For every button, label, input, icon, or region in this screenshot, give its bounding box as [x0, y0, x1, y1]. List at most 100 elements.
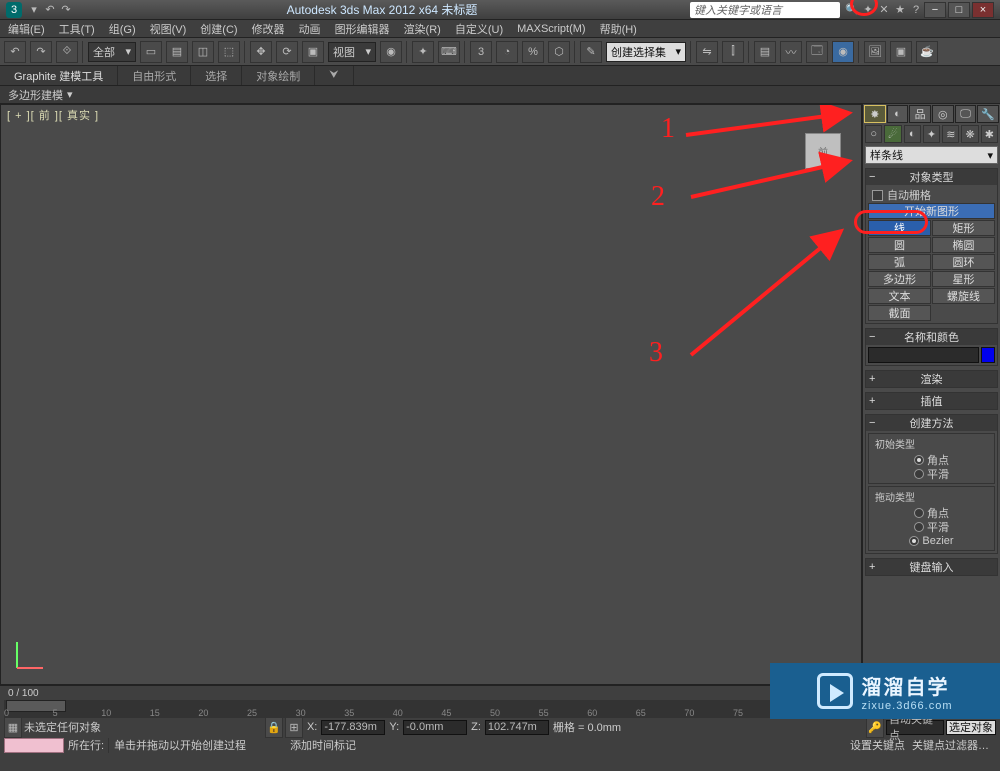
- ngon-button[interactable]: 多边形: [868, 271, 931, 287]
- object-name-input[interactable]: [868, 347, 979, 363]
- help-search-input[interactable]: 键入关键字或语言: [690, 2, 840, 18]
- spacewarps-icon[interactable]: ❋: [961, 125, 978, 143]
- setkey-button[interactable]: 设置关键点: [850, 737, 908, 753]
- rotate-icon[interactable]: ⟳: [276, 41, 298, 63]
- menu-create[interactable]: 创建(C): [200, 21, 237, 37]
- init-smooth-radio[interactable]: [914, 469, 924, 479]
- y-input[interactable]: -0.0mm: [403, 720, 467, 735]
- utilities-tab-icon[interactable]: 🔧: [977, 105, 999, 123]
- name-color-header[interactable]: 名称和颜色: [904, 329, 959, 345]
- select-manip-icon[interactable]: ✦: [412, 41, 434, 63]
- menu-animation[interactable]: 动画: [299, 21, 321, 37]
- menu-graph[interactable]: 图形编辑器: [335, 21, 390, 37]
- keyboard-header[interactable]: 键盘输入: [910, 559, 954, 575]
- spinner-snap-icon[interactable]: ⬡: [548, 41, 570, 63]
- object-type-header[interactable]: 对象类型: [910, 169, 954, 185]
- circle-button[interactable]: 圆: [868, 237, 931, 253]
- layers-icon[interactable]: ▤: [754, 41, 776, 63]
- helpers-icon[interactable]: ≋: [942, 125, 959, 143]
- move-icon[interactable]: ✥: [250, 41, 272, 63]
- close-button[interactable]: ×: [972, 2, 994, 18]
- display-tab-icon[interactable]: 🖵: [955, 105, 977, 123]
- z-input[interactable]: 102.747m: [485, 720, 549, 735]
- graphite-tab-freeform[interactable]: 自由形式: [118, 66, 191, 85]
- favorites-icon[interactable]: ★: [892, 3, 908, 16]
- autokey-button[interactable]: 自动关键点: [886, 720, 944, 735]
- drag-corner-radio[interactable]: [914, 508, 924, 518]
- ref-coord-dropdown[interactable]: 视图▾: [328, 42, 376, 62]
- named-selection-dropdown[interactable]: 创建选择集▾: [606, 42, 686, 62]
- cameras-icon[interactable]: ✦: [923, 125, 940, 143]
- ellipse-button[interactable]: 椭圆: [932, 237, 995, 253]
- scale-icon[interactable]: ▣: [302, 41, 324, 63]
- mirror-icon[interactable]: ⇋: [696, 41, 718, 63]
- menu-views[interactable]: 视图(V): [150, 21, 187, 37]
- pivot-icon[interactable]: ◉: [380, 41, 402, 63]
- select-region-icon[interactable]: ◫: [192, 41, 214, 63]
- create-tab-icon[interactable]: ✸: [864, 105, 886, 123]
- key-icon[interactable]: 🔑: [866, 716, 884, 738]
- render-icon[interactable]: ☕: [916, 41, 938, 63]
- align-icon[interactable]: ⫿: [722, 41, 744, 63]
- menu-render[interactable]: 渲染(R): [404, 21, 441, 37]
- redo-icon[interactable]: ↷: [30, 41, 52, 63]
- drag-bezier-radio[interactable]: [909, 536, 919, 546]
- menu-modifiers[interactable]: 修改器: [252, 21, 285, 37]
- x-input[interactable]: -177.839m: [321, 720, 385, 735]
- section-button[interactable]: 截面: [868, 305, 931, 321]
- qa-redo-icon[interactable]: ↷: [58, 3, 74, 16]
- create-method-header[interactable]: 创建方法: [910, 415, 954, 431]
- systems-icon[interactable]: ✱: [981, 125, 998, 143]
- shapes-icon[interactable]: ☄: [884, 125, 901, 143]
- viewport-front[interactable]: [ + ][ 前 ][ 真实 ] 前 1 2 3: [0, 104, 862, 685]
- viewport-label[interactable]: [ + ][ 前 ][ 真实 ]: [7, 107, 99, 123]
- motion-tab-icon[interactable]: ◎: [932, 105, 954, 123]
- category-dropdown[interactable]: 样条线▾: [865, 146, 998, 164]
- rendered-frame-icon[interactable]: ▣: [890, 41, 912, 63]
- render-setup-icon[interactable]: 🖼: [864, 41, 886, 63]
- minimize-button[interactable]: −: [924, 2, 946, 18]
- drag-smooth-radio[interactable]: [914, 522, 924, 532]
- interp-header[interactable]: 插值: [921, 393, 943, 409]
- restore-button[interactable]: □: [948, 2, 970, 18]
- help-icon[interactable]: ?: [908, 4, 924, 16]
- graphite-panel-label[interactable]: 多边形建模▾: [0, 86, 1000, 104]
- schematic-icon[interactable]: 🗔: [806, 41, 828, 63]
- trackbar-toggle-icon[interactable]: ▦: [4, 716, 22, 738]
- qa-new-icon[interactable]: ▾: [26, 3, 42, 16]
- script-listener[interactable]: [4, 738, 64, 753]
- graphite-minimize-icon[interactable]: ⮟: [315, 66, 353, 85]
- undo-icon[interactable]: ↶: [4, 41, 26, 63]
- lights-icon[interactable]: ◐: [904, 125, 921, 143]
- helix-button[interactable]: 螺旋线: [932, 288, 995, 304]
- donut-button[interactable]: 圆环: [932, 254, 995, 270]
- arc-button[interactable]: 弧: [868, 254, 931, 270]
- window-crossing-icon[interactable]: ⬚: [218, 41, 240, 63]
- text-button[interactable]: 文本: [868, 288, 931, 304]
- lock-selection-icon[interactable]: 🔒: [265, 716, 283, 738]
- exchange-icon[interactable]: ✕: [876, 3, 892, 16]
- graphite-tab-objpaint[interactable]: 对象绘制: [242, 66, 315, 85]
- autogrid-checkbox[interactable]: [872, 190, 883, 201]
- keyboard-icon[interactable]: ⌨: [438, 41, 460, 63]
- selected-dropdown[interactable]: 选定对象: [946, 720, 996, 735]
- object-color-swatch[interactable]: [981, 347, 995, 363]
- menu-group[interactable]: 组(G): [109, 21, 136, 37]
- menu-customize[interactable]: 自定义(U): [455, 21, 503, 37]
- link-icon[interactable]: ⟐: [56, 41, 78, 63]
- edit-named-icon[interactable]: ✎: [580, 41, 602, 63]
- hierarchy-tab-icon[interactable]: 品: [909, 105, 931, 123]
- render-header[interactable]: 渲染: [921, 371, 943, 387]
- add-time-tag[interactable]: 添加时间标记: [290, 737, 370, 753]
- graphite-tab-selection[interactable]: 选择: [191, 66, 242, 85]
- angle-snap-icon[interactable]: ◔: [496, 41, 518, 63]
- viewcube[interactable]: 前: [805, 133, 841, 169]
- menu-edit[interactable]: 编辑(E): [8, 21, 45, 37]
- qa-undo-icon[interactable]: ↶: [42, 3, 58, 16]
- select-icon[interactable]: ▭: [140, 41, 162, 63]
- curve-editor-icon[interactable]: 〰: [780, 41, 802, 63]
- absolute-mode-icon[interactable]: ⊞: [285, 716, 303, 738]
- selection-filter-dropdown[interactable]: 全部▾: [88, 42, 136, 62]
- menu-help[interactable]: 帮助(H): [600, 21, 637, 37]
- key-filters-button[interactable]: 关键点过滤器…: [912, 737, 996, 753]
